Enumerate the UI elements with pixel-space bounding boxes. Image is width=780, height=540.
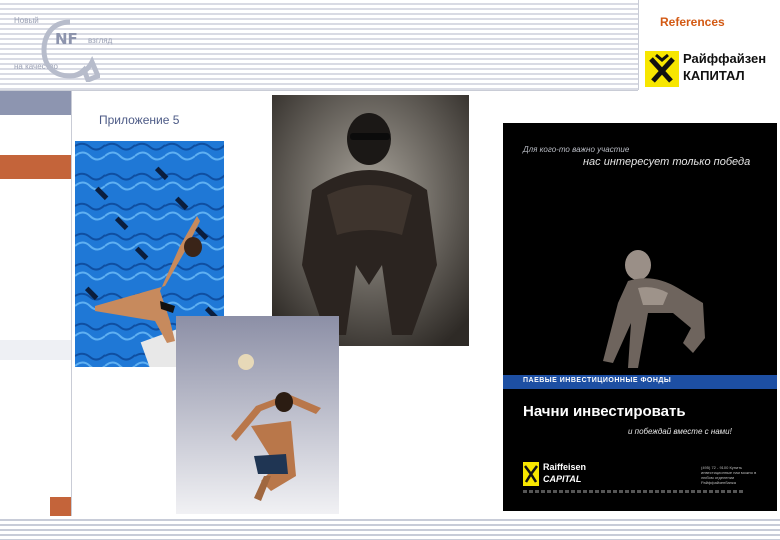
divider-vertical	[71, 90, 72, 516]
divider-header-right	[638, 0, 639, 90]
ad-line1: Для кого-то важно участие	[523, 145, 630, 154]
logo-letters: NF	[55, 30, 78, 48]
brand-name-line2: КАПИТАЛ	[683, 68, 745, 83]
side-block-light	[0, 340, 71, 360]
ad-subline: и побеждай вместе с нами!	[628, 427, 732, 436]
photo-volleyball-jump	[176, 316, 339, 514]
ad-logo-name: Raiffeisen	[543, 462, 587, 472]
divider-horizontal	[0, 90, 638, 91]
brand-name-line1: Райффайзен	[683, 51, 767, 66]
nf-logo-mark-icon: NF	[41, 19, 100, 82]
raiffeisen-capital-logo: Райффайзен КАПИТАЛ	[645, 51, 775, 87]
ad-sprinter-figure	[603, 250, 705, 368]
ad-logo-capital: CAPITAL	[543, 474, 582, 484]
footer-stripes	[0, 516, 780, 540]
side-block-grey	[0, 91, 71, 115]
raiffeisen-ad-poster: Для кого-то важно участие нас интересует…	[503, 123, 777, 511]
ad-fineprint	[523, 490, 743, 493]
ad-funds-bar: ПАЕВЫЕ ИНВЕСТИЦИОННЫЕ ФОНДЫ	[503, 375, 777, 389]
ad-line2: нас интересует только победа	[583, 156, 751, 168]
bottom-block-orange	[50, 497, 71, 516]
ad-raiffeisen-icon	[523, 462, 539, 486]
photo-swimmer-crouch	[272, 95, 469, 346]
raiffeisen-cross-icon	[645, 51, 679, 87]
appendix-label: Приложение 5	[99, 113, 180, 127]
ad-funds-label: ПАЕВЫЕ ИНВЕСТИЦИОННЫЕ ФОНДЫ	[523, 377, 672, 384]
side-block-orange	[0, 155, 71, 179]
ad-contact: (495) 72 - 9100 Купить инвестиционные па…	[701, 465, 757, 485]
logo-word-new: Новый	[14, 16, 39, 25]
references-title: References	[660, 15, 725, 29]
ad-headline: Начни инвестировать	[523, 403, 686, 420]
